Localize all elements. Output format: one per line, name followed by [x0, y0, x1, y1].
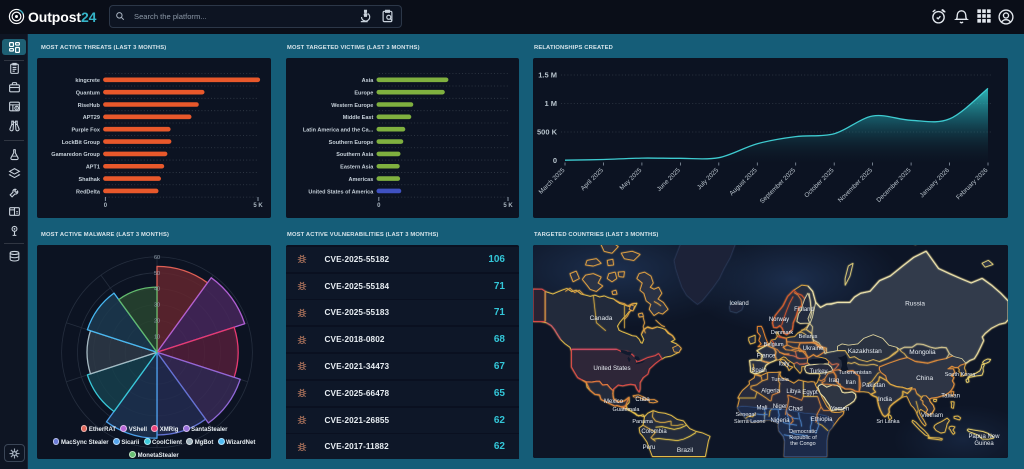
svg-text:China: China	[916, 375, 933, 382]
svg-text:Iceland: Iceland	[729, 301, 748, 307]
svg-text:20: 20	[154, 319, 160, 325]
svg-text:Spain: Spain	[751, 368, 766, 374]
svg-text:Sri Lanka: Sri Lanka	[876, 419, 900, 425]
svg-text:Iran: Iran	[846, 380, 856, 386]
svg-text:40: 40	[154, 287, 160, 293]
svg-text:Asia: Asia	[362, 78, 375, 84]
svg-text:Latin America and the Ca...: Latin America and the Ca...	[303, 128, 374, 134]
svg-text:Shathak: Shathak	[78, 177, 100, 183]
svg-text:500 K: 500 K	[537, 128, 558, 137]
svg-text:Ukraine: Ukraine	[803, 346, 824, 352]
svg-text:Belgium: Belgium	[764, 342, 784, 348]
svg-text:January 2026: January 2026	[919, 167, 952, 200]
svg-text:Denmark: Denmark	[771, 330, 794, 336]
svg-text:Iraq: Iraq	[829, 378, 839, 384]
svg-text:Guinea: Guinea	[974, 441, 994, 447]
svg-text:June 2025: June 2025	[656, 167, 682, 193]
svg-text:October 2025: October 2025	[803, 167, 836, 200]
svg-text:Quantum: Quantum	[76, 90, 100, 96]
svg-text:Guatemala: Guatemala	[613, 407, 641, 413]
svg-text:Mexico: Mexico	[604, 399, 624, 405]
svg-text:50: 50	[154, 271, 160, 277]
svg-text:Papua New: Papua New	[968, 434, 1000, 440]
svg-text:Mongolia: Mongolia	[909, 349, 936, 356]
svg-text:5 K: 5 K	[253, 203, 263, 209]
svg-text:Southern Europe: Southern Europe	[329, 140, 374, 146]
svg-text:Kazakhstan: Kazakhstan	[848, 348, 882, 355]
svg-text:Vietnam: Vietnam	[921, 413, 943, 419]
svg-text:RiseHub: RiseHub	[78, 103, 101, 109]
svg-text:May 2025: May 2025	[619, 167, 644, 192]
svg-text:Ethiopia: Ethiopia	[811, 417, 833, 423]
svg-text:December 2025: December 2025	[875, 167, 912, 204]
svg-text:1 M: 1 M	[544, 99, 557, 108]
svg-text:Yemen: Yemen	[831, 407, 849, 413]
svg-text:Brazil: Brazil	[677, 447, 694, 454]
svg-text:Gamaredon Group: Gamaredon Group	[51, 152, 100, 158]
svg-text:Taiwan: Taiwan	[941, 394, 960, 400]
svg-text:South Korea: South Korea	[945, 372, 977, 378]
svg-text:Nigeria: Nigeria	[770, 418, 790, 424]
svg-text:March 2025: March 2025	[538, 167, 567, 196]
svg-text:Norway: Norway	[769, 317, 789, 323]
svg-text:0: 0	[104, 203, 108, 209]
svg-text:Eastern Asia: Eastern Asia	[340, 165, 374, 171]
svg-text:United States of America: United States of America	[308, 189, 374, 195]
svg-text:0: 0	[553, 156, 557, 165]
svg-text:Sierra Leone: Sierra Leone	[734, 419, 766, 425]
svg-text:APT1: APT1	[86, 165, 100, 171]
svg-text:30: 30	[154, 303, 160, 309]
svg-text:Turkmenistan: Turkmenistan	[838, 370, 871, 376]
svg-text:Cuba: Cuba	[635, 397, 650, 403]
svg-text:kingcrete: kingcrete	[75, 78, 99, 84]
svg-text:Purple Fox: Purple Fox	[71, 128, 100, 134]
svg-text:1.5 M: 1.5 M	[538, 71, 557, 80]
svg-text:Finland: Finland	[794, 307, 814, 313]
svg-text:0: 0	[377, 203, 381, 209]
svg-text:Belarus: Belarus	[799, 334, 818, 340]
svg-text:Algeria: Algeria	[761, 389, 780, 395]
svg-text:Southern Asia: Southern Asia	[336, 152, 374, 158]
svg-text:Peru: Peru	[643, 445, 656, 451]
svg-text:September 2025: September 2025	[759, 167, 798, 206]
svg-text:Mali: Mali	[756, 406, 767, 412]
svg-text:Chad: Chad	[788, 407, 802, 413]
svg-text:Russia: Russia	[905, 301, 925, 308]
svg-text:India: India	[878, 396, 892, 403]
svg-text:60: 60	[154, 255, 160, 261]
svg-text:Western Europe: Western Europe	[331, 103, 373, 109]
svg-text:Americas: Americas	[349, 177, 374, 183]
svg-text:February 2026: February 2026	[955, 167, 990, 202]
svg-text:August 2025: August 2025	[728, 167, 759, 198]
svg-text:Niger: Niger	[773, 404, 787, 410]
svg-text:United States: United States	[593, 365, 630, 372]
svg-text:the Congo: the Congo	[790, 441, 815, 447]
svg-text:Middle East: Middle East	[343, 115, 374, 121]
svg-text:Panama: Panama	[632, 419, 653, 425]
svg-text:APT29: APT29	[83, 115, 100, 121]
svg-text:Canada: Canada	[590, 315, 613, 322]
svg-text:July 2025: July 2025	[696, 167, 721, 192]
svg-text:5 K: 5 K	[503, 203, 513, 209]
svg-text:Turkey: Turkey	[809, 369, 827, 375]
svg-text:Europe: Europe	[354, 90, 373, 96]
svg-text:France: France	[757, 354, 776, 360]
svg-text:Egypt: Egypt	[802, 390, 818, 396]
svg-text:Colombia: Colombia	[641, 429, 667, 435]
svg-text:Libya: Libya	[786, 389, 801, 395]
svg-text:RedDelta: RedDelta	[76, 189, 101, 195]
svg-text:LockBit Group: LockBit Group	[62, 140, 101, 146]
svg-text:November 2025: November 2025	[837, 167, 874, 204]
svg-text:10: 10	[154, 334, 160, 340]
svg-text:April 2025: April 2025	[580, 167, 606, 193]
svg-text:Italy: Italy	[778, 362, 789, 368]
svg-text:Tunisia: Tunisia	[771, 377, 789, 383]
svg-text:Senegal: Senegal	[736, 412, 756, 418]
svg-text:Pakistan: Pakistan	[862, 383, 885, 389]
